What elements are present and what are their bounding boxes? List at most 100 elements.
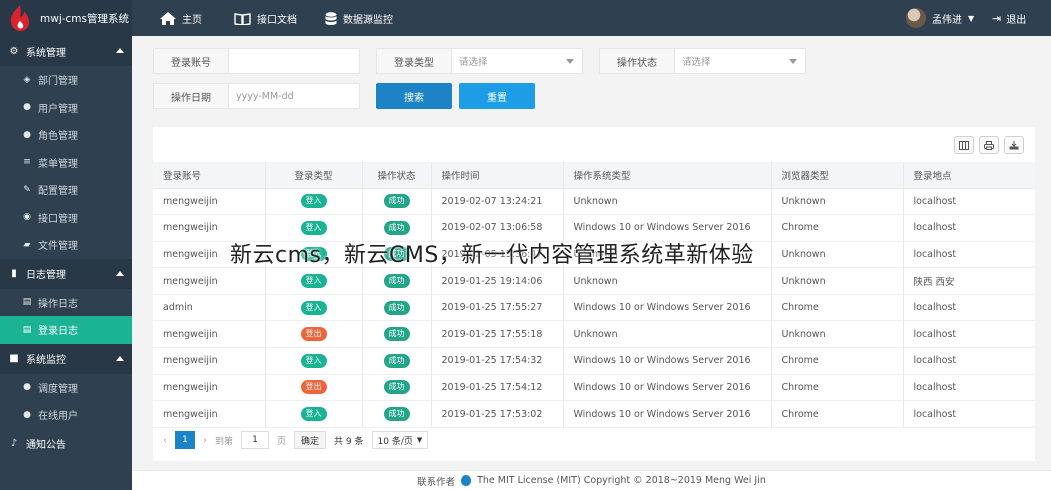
brand-name: mwj-cms管理系统 (40, 13, 129, 25)
topnav-datasource[interactable]: 数据源监控 (325, 11, 393, 26)
cell-time: 2019-01-25 19:14:06 (431, 267, 564, 295)
sidebar-item-label: 在线用户 (38, 411, 78, 423)
table-row[interactable]: admin 登入 成功 2019-01-25 17:55:27 Windows 10 o… (153, 294, 1035, 322)
cell-location: localhost (903, 214, 1035, 242)
table-row[interactable]: mengweijin 登出 成功 2019-01-25 17:55:18 Unknown… (153, 320, 1035, 349)
col-status[interactable]: 操作状态 (362, 162, 432, 189)
table-row[interactable]: mengweijin 登入 成功 2019-01-25 19:14:06 Unknown… (153, 267, 1035, 295)
account-input[interactable] (229, 49, 359, 73)
sidebar-item-files[interactable]: ▰ 文件管理 (0, 231, 132, 259)
status-select[interactable]: 请选择 (675, 49, 805, 73)
cell-time: 2019-01-25 17:53:02 (431, 400, 564, 428)
sidebar-item-label: 角色管理 (38, 131, 78, 143)
print-button[interactable] (979, 136, 999, 154)
sidebar-item-operation-log[interactable]: ▤ 操作日志 (0, 289, 132, 317)
cell-type: 登入 (265, 267, 363, 295)
watermark-caption: 新云cms，新云CMS，新一代内容管理系统革新体验 (230, 243, 754, 268)
logout-button[interactable]: ⇥ 退出 (992, 11, 1026, 26)
user-menu[interactable]: 孟伟进 ▼ (906, 8, 974, 28)
status-badge: 成功 (383, 220, 410, 235)
sidebar-group-notice[interactable]: ♪ 通知公告 (0, 428, 132, 459)
cell-location: localhost (903, 241, 1035, 269)
confirm-page-button[interactable]: 确定 (294, 431, 327, 449)
sidebar-item-login-log[interactable]: ▤ 登录日志 (0, 316, 132, 344)
sidebar-item-label: 部门管理 (38, 76, 78, 88)
license-text: The MIT License (MIT) Copyright © 2018~2… (477, 475, 766, 486)
status-select-placeholder: 请选择 (682, 57, 711, 68)
status-badge: 成功 (383, 407, 410, 422)
table-row[interactable]: mengweijin 登入 成功 2019-01-25 17:54:32 Windows… (153, 347, 1035, 375)
date-input[interactable]: yyyy-MM-dd (229, 84, 359, 108)
sidebar-group-monitor[interactable]: ■ 系统监控 (0, 343, 132, 374)
table-row[interactable]: mengweijin 登入 成功 2019-01-25 17:53:02 Windows… (153, 400, 1035, 428)
sidebar-group-label: 通知公告 (26, 440, 66, 451)
table-row[interactable]: mengweijin 登入 成功 2019-02-07 13:24:21 Unknown… (153, 188, 1035, 216)
sidebar-item-label: 菜单管理 (38, 158, 78, 170)
sidebar-item-department[interactable]: ◈ 部门管理 (0, 66, 132, 94)
book-icon (234, 12, 251, 25)
prev-page-icon[interactable]: ‹ (163, 435, 167, 446)
col-browser[interactable]: 浏览器类型 (771, 162, 904, 189)
database-icon (325, 11, 337, 25)
list-icon: ≡ (23, 157, 31, 168)
cell-time: 2019-01-25 17:55:27 (431, 294, 564, 322)
cell-browser: Chrome (771, 374, 904, 402)
status-badge: 成功 (383, 274, 410, 289)
sidebar-item-online-users[interactable]: ● 在线用户 (0, 401, 132, 429)
sidebar-item-api[interactable]: ◉ 接口管理 (0, 204, 132, 232)
cell-os: Unknown (563, 267, 772, 295)
topnav-home[interactable]: 主页 (160, 11, 202, 26)
next-page-icon[interactable]: › (203, 435, 207, 446)
cell-os: Unknown (563, 320, 772, 349)
cell-account: mengweijin (153, 374, 266, 402)
cell-os: Unknown (563, 188, 772, 216)
current-page[interactable]: 1 (175, 431, 195, 449)
col-os[interactable]: 操作系统类型 (563, 162, 772, 189)
status-filter-label: 操作状态 (600, 49, 675, 73)
cell-location: 陕西 西安 (903, 267, 1035, 295)
columns-button[interactable] (954, 136, 974, 154)
sidebar-item-label: 调度管理 (38, 383, 78, 395)
cell-browser: Unknown (771, 188, 904, 216)
sidebar-item-label: 文件管理 (38, 241, 78, 253)
sidebar-item-users[interactable]: ● 用户管理 (0, 94, 132, 122)
col-account[interactable]: 登录账号 (153, 162, 266, 189)
table-row[interactable]: mengweijin 登出 成功 2019-01-25 17:54:12 Windows… (153, 374, 1035, 402)
login-type-badge: 登入 (300, 407, 327, 422)
sidebar-item-menus[interactable]: ≡ 菜单管理 (0, 149, 132, 177)
col-time[interactable]: 操作时间 (431, 162, 564, 189)
sidebar-group-logs[interactable]: ▮ 日志管理 (0, 258, 132, 289)
login-log-panel: 登录账号 登录类型 操作状态 操作时间 操作系统类型 浏览器类型 登录地点 me… (153, 127, 1035, 461)
page-size-select[interactable]: 10 条/页 ▼ (371, 431, 429, 449)
sidebar-item-label: 操作日志 (38, 298, 78, 310)
qq-icon[interactable] (461, 475, 472, 486)
user-clock-icon: ● (23, 382, 31, 393)
col-location[interactable]: 登录地点 (903, 162, 1035, 189)
sidebar-group-label: 日志管理 (26, 270, 66, 281)
sidebar-item-roles[interactable]: ● 角色管理 (0, 121, 132, 149)
sidebar-item-config[interactable]: ✎ 配置管理 (0, 176, 132, 204)
sidebar-group-system[interactable]: ⚙ 系统管理 (0, 36, 132, 66)
layers-icon: ◈ (23, 74, 31, 85)
sidebar-item-scheduler[interactable]: ● 调度管理 (0, 374, 132, 402)
cell-location: localhost (903, 400, 1035, 428)
cell-time: 2019-02-07 13:24:21 (431, 188, 564, 216)
login-type-badge: 登入 (300, 300, 327, 315)
cell-type: 登出 (265, 374, 363, 402)
page-input[interactable]: 1 (241, 431, 270, 449)
sidebar-item-label: 接口管理 (38, 213, 78, 225)
caret-up-icon (116, 355, 124, 361)
reset-button[interactable]: 重置 (459, 83, 535, 109)
topnav-api-docs[interactable]: 接口文档 (234, 11, 297, 26)
type-select[interactable]: 请选择 (452, 49, 582, 73)
status-badge: 成功 (383, 327, 410, 342)
search-button[interactable]: 搜索 (376, 83, 452, 109)
col-type[interactable]: 登录类型 (265, 162, 363, 189)
export-button[interactable] (1004, 136, 1024, 154)
avatar (906, 8, 926, 28)
cell-os: Windows 10 or Windows Server 2016 (563, 294, 772, 322)
sidebar-item-label: 配置管理 (38, 186, 78, 198)
cell-account: mengweijin (153, 320, 266, 349)
brand-logo[interactable]: mwj-cms管理系统 (0, 0, 132, 36)
login-type-badge: 登出 (300, 327, 327, 342)
